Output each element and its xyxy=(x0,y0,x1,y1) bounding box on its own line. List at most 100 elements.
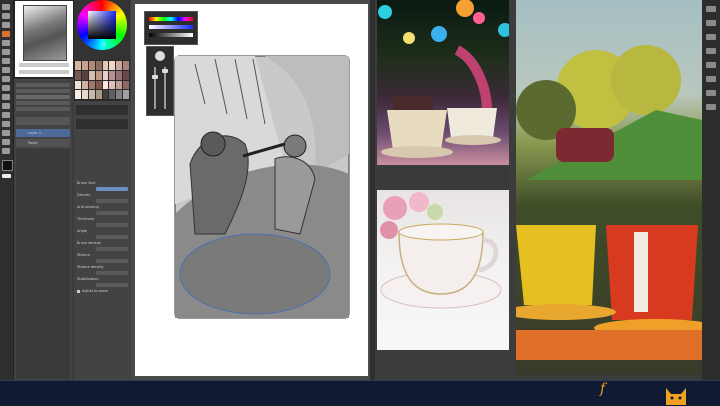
canvas-scrollbar[interactable] xyxy=(370,0,375,380)
pencil-tool-icon[interactable] xyxy=(2,40,10,46)
ruler-tool-icon[interactable] xyxy=(2,121,10,127)
sub-tool-tab[interactable] xyxy=(16,83,70,87)
palette-swatch[interactable] xyxy=(123,70,129,80)
history-icon[interactable] xyxy=(706,48,716,54)
angle-slider[interactable] xyxy=(96,235,128,239)
sub-tool-item[interactable] xyxy=(16,107,70,111)
palette-swatch[interactable] xyxy=(116,70,123,80)
teacup-saucer-photo xyxy=(380,192,502,309)
palette-swatch[interactable] xyxy=(116,80,123,90)
sub-tool-item[interactable] xyxy=(16,101,70,105)
color-slider-widget xyxy=(144,11,198,45)
reference-image-teacup-saucer[interactable] xyxy=(377,190,509,350)
sub-tool-tab[interactable] xyxy=(16,89,70,93)
right-command-bar xyxy=(702,0,720,380)
palette-swatch[interactable] xyxy=(109,70,116,80)
palette-swatch[interactable] xyxy=(116,61,123,70)
palette-swatch[interactable] xyxy=(123,61,129,70)
airbrush-tool-icon[interactable] xyxy=(2,58,10,64)
anti-aliasing-selector[interactable] xyxy=(96,211,128,215)
palette-swatch[interactable] xyxy=(95,61,102,70)
palette-swatch[interactable] xyxy=(81,70,88,80)
gradient-tool-icon[interactable] xyxy=(2,94,10,100)
opacity-track[interactable] xyxy=(164,67,166,109)
layer-row[interactable]: Paper xyxy=(16,139,70,147)
adjust-to-zoom-checkbox[interactable] xyxy=(77,290,80,293)
blend-tool-icon[interactable] xyxy=(2,76,10,82)
palette-swatch[interactable] xyxy=(102,80,109,90)
palette-swatch[interactable] xyxy=(81,80,88,90)
layer-row[interactable]: Layer 1 xyxy=(16,129,70,137)
menu-button-icon[interactable] xyxy=(706,6,716,12)
teacup-ride-day-photo xyxy=(516,45,702,360)
sub-tool-item[interactable] xyxy=(16,95,70,99)
sub-view-icon[interactable] xyxy=(706,90,716,96)
palette-swatch[interactable] xyxy=(102,70,109,80)
palette-swatch[interactable] xyxy=(109,90,116,99)
value-slider[interactable] xyxy=(149,33,193,37)
eraser-tool-icon[interactable] xyxy=(2,67,10,73)
text-tool-icon[interactable] xyxy=(2,130,10,136)
palette-swatch[interactable] xyxy=(75,70,81,80)
color-wheel-panel xyxy=(74,0,130,60)
palette-swatch[interactable] xyxy=(123,80,129,90)
palette-swatch[interactable] xyxy=(88,61,95,70)
zoom-tool-icon[interactable] xyxy=(2,13,10,19)
balloon-tool-icon[interactable] xyxy=(2,139,10,145)
palette-swatch[interactable] xyxy=(75,80,81,90)
palette-swatch[interactable] xyxy=(116,90,123,99)
brush-density-slider[interactable] xyxy=(96,247,128,251)
layers-icon[interactable] xyxy=(706,34,716,40)
brush-size-slider[interactable] xyxy=(96,187,128,191)
opacity-knob[interactable] xyxy=(162,69,168,73)
navigator-icon[interactable] xyxy=(706,76,716,82)
palette-swatch[interactable] xyxy=(123,90,129,99)
navigator-rotate-slider[interactable] xyxy=(19,70,69,74)
palette-swatch[interactable] xyxy=(95,80,102,90)
brush-tool-icon[interactable] xyxy=(2,49,10,55)
sub-color-swatch[interactable] xyxy=(2,174,11,178)
texture-selector[interactable] xyxy=(96,259,128,263)
info-icon[interactable] xyxy=(706,104,716,110)
main-color-swatch[interactable] xyxy=(2,160,13,171)
navigator-thumbnail[interactable] xyxy=(23,5,67,61)
pen-tool-icon[interactable] xyxy=(2,31,10,37)
figure-tool-icon[interactable] xyxy=(2,103,10,109)
brush-size-knob[interactable] xyxy=(152,75,158,79)
palette-swatch[interactable] xyxy=(88,90,95,99)
stabilization-slider[interactable] xyxy=(96,283,128,287)
palette-swatch[interactable] xyxy=(81,61,88,70)
select-tool-icon[interactable] xyxy=(2,22,10,28)
signature-text: f xyxy=(600,381,606,397)
frame-tool-icon[interactable] xyxy=(2,112,10,118)
saturation-slider[interactable] xyxy=(149,25,193,29)
palette-swatch[interactable] xyxy=(109,61,116,70)
palette-swatch[interactable] xyxy=(81,90,88,99)
reference-image-teacup-ride-day[interactable] xyxy=(516,0,702,375)
move-tool-icon[interactable] xyxy=(2,4,10,10)
palette-swatch[interactable] xyxy=(75,90,81,99)
reference-image-teacup-ride-night[interactable] xyxy=(377,0,509,165)
palette-swatch[interactable] xyxy=(102,90,109,99)
palette-swatch[interactable] xyxy=(95,70,102,80)
brush-size-track[interactable] xyxy=(154,67,156,109)
teacup-ride-night-photo xyxy=(378,0,509,158)
palette-swatch[interactable] xyxy=(75,61,81,70)
layer-toolbar[interactable] xyxy=(16,117,70,125)
thickness-slider[interactable] xyxy=(96,223,128,227)
texture-density-slider[interactable] xyxy=(96,271,128,275)
palette-swatch[interactable] xyxy=(88,80,95,90)
density-slider[interactable] xyxy=(96,199,128,203)
hue-slider[interactable] xyxy=(149,17,193,21)
correct-line-tool-icon[interactable] xyxy=(2,148,10,154)
palette-swatch[interactable] xyxy=(88,70,95,80)
material-icon[interactable] xyxy=(706,62,716,68)
navigator-zoom-slider[interactable] xyxy=(19,63,69,67)
settings-icon[interactable] xyxy=(706,20,716,26)
color-saturation-square[interactable] xyxy=(88,11,116,39)
palette-swatch[interactable] xyxy=(109,80,116,90)
palette-swatch[interactable] xyxy=(102,61,109,70)
brush-stroke-preview xyxy=(76,105,128,115)
palette-swatch[interactable] xyxy=(95,90,102,99)
fill-tool-icon[interactable] xyxy=(2,85,10,91)
